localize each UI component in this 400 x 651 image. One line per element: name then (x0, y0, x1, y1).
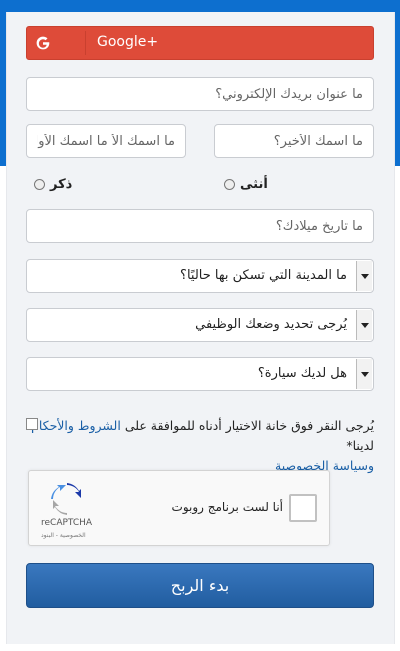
city-dropdown-arrow[interactable] (356, 261, 372, 291)
chevron-down-icon (360, 371, 369, 377)
email-field[interactable] (26, 77, 374, 111)
car-select[interactable]: هل لديك سيارة؟ (26, 357, 374, 391)
terms-agreement: يُرجى النقر فوق خانة الاختيار أدناه للمو… (26, 416, 374, 476)
terms-checkbox[interactable] (26, 418, 38, 430)
city-select[interactable]: ما المدينة التي تسكن بها حاليًا؟ (26, 259, 374, 293)
google-signin-button[interactable]: Google+ (26, 26, 374, 60)
start-earning-button[interactable]: بدء الربح (26, 563, 374, 608)
birthdate-field[interactable] (26, 209, 374, 243)
terms-text-before: يُرجى النقر فوق خانة الاختيار أدناه للمو… (120, 418, 374, 433)
recaptcha-checkbox[interactable] (289, 494, 317, 522)
gender-male-option[interactable]: ذكر (34, 175, 72, 193)
male-radio[interactable] (34, 178, 45, 190)
email-input[interactable] (27, 78, 373, 110)
last-name-field[interactable] (214, 124, 374, 158)
city-select-value: ما المدينة التي تسكن بها حاليًا؟ (180, 268, 347, 283)
gender-female-option[interactable]: أنثى (224, 175, 268, 193)
male-label: ذكر (50, 176, 73, 192)
google-icon (27, 27, 59, 59)
car-select-value: هل لديك سيارة؟ (257, 366, 347, 381)
recaptcha-brand: reCAPTCHA (41, 518, 93, 528)
google-button-divider (85, 31, 86, 55)
employment-dropdown-arrow[interactable] (356, 310, 372, 340)
terms-link[interactable]: الشروط والأحكام (31, 418, 121, 433)
first-name-input[interactable] (27, 125, 185, 157)
terms-text-middle: لدينا* (346, 438, 374, 453)
last-name-input[interactable] (215, 125, 373, 157)
employment-select[interactable]: يُرجى تحديد وضعك الوظيفي (26, 308, 374, 342)
recaptcha-label: أنا لست برنامج روبوت (171, 500, 283, 514)
car-dropdown-arrow[interactable] (356, 359, 372, 389)
recaptcha-links[interactable]: الخصوصية - البنود (41, 532, 86, 539)
chevron-down-icon (360, 273, 369, 279)
recaptcha-widget: أنا لست برنامج روبوت reCAPTCHA الخصوصية … (28, 470, 330, 546)
recaptcha-icon (49, 481, 85, 517)
female-label: أنثى (240, 176, 268, 192)
birthdate-input[interactable] (27, 210, 373, 242)
employment-select-value: يُرجى تحديد وضعك الوظيفي (195, 317, 347, 332)
female-radio[interactable] (224, 178, 235, 190)
first-name-field[interactable] (26, 124, 186, 158)
terms-text: يُرجى النقر فوق خانة الاختيار أدناه للمو… (26, 416, 374, 476)
google-button-label: Google+ (97, 34, 159, 50)
chevron-down-icon (360, 322, 369, 328)
